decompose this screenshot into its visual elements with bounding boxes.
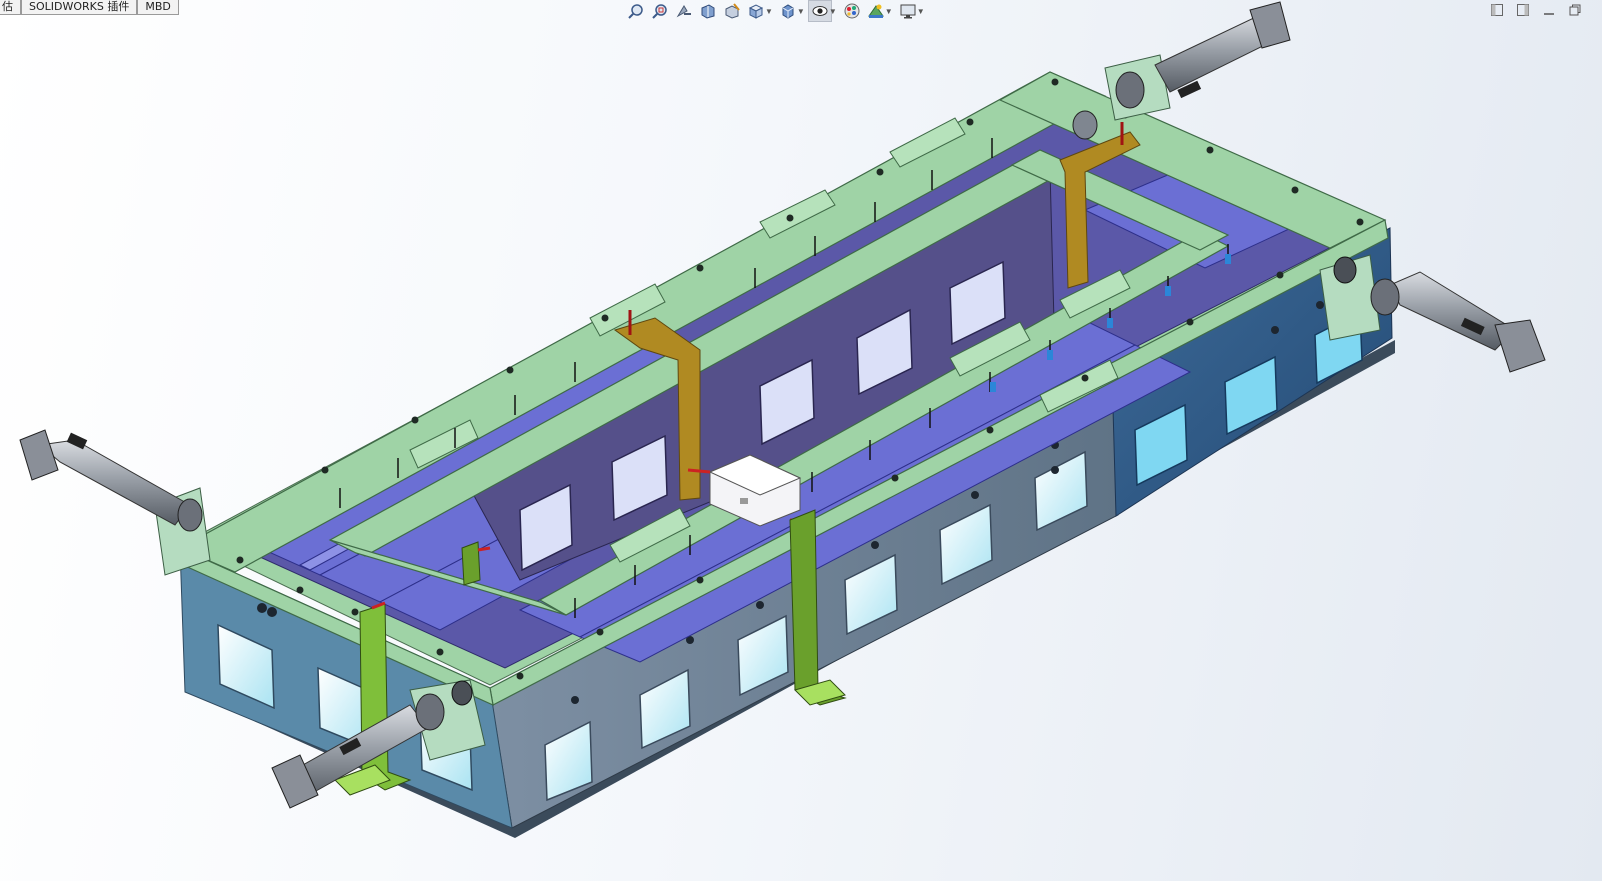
graphics-area-viewport[interactable] — [0, 0, 1602, 881]
pneumatic-cylinder-left — [19, 429, 203, 532]
fixture-assembly — [19, 1, 1546, 838]
